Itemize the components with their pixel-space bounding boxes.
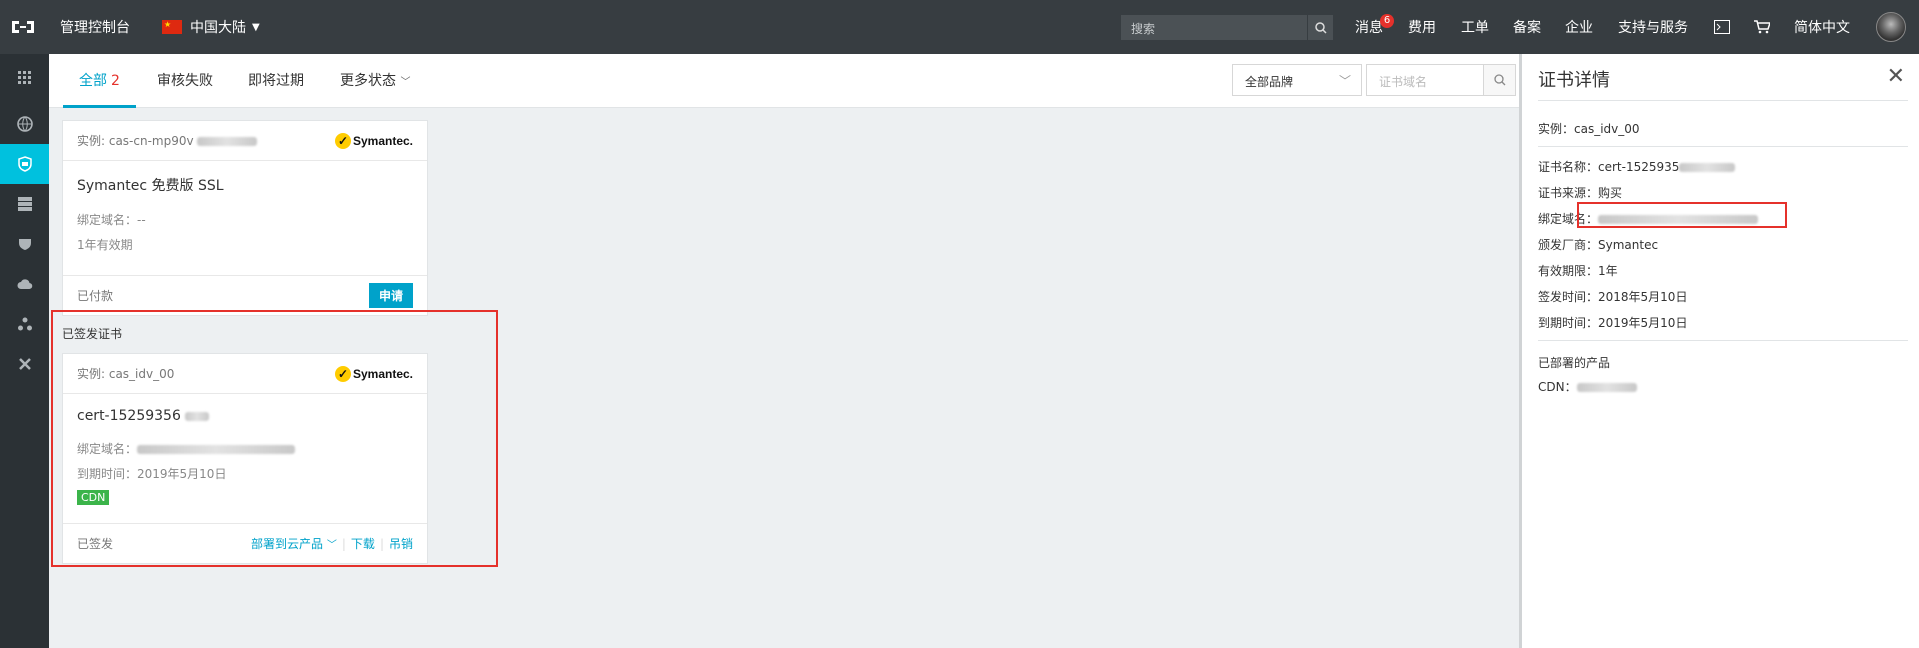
tools-icon[interactable] — [0, 344, 49, 384]
panel-title: 证书详情 — [1538, 70, 1610, 91]
card-instance: 实例: cas-cn-mp90v — [77, 132, 258, 149]
highlight-box-bind-domain — [1577, 202, 1787, 228]
tab-audit-failed[interactable]: 审核失败 — [141, 54, 229, 108]
detail-deployed-label: 已部署的产品 — [1538, 356, 1611, 370]
detail-source: 证书来源：购买 — [1538, 186, 1623, 200]
chevron-down-icon: ﹀ — [1338, 74, 1351, 88]
search-icon[interactable] — [1484, 64, 1516, 96]
console-link[interactable]: 管理控制台 — [60, 0, 130, 54]
divider — [1538, 146, 1908, 147]
detail-name: 证书名称：cert-1525935 — [1538, 158, 1736, 175]
card-body: Symantec 免费版 SSL 绑定域名：-- 1年有效期 — [63, 161, 427, 275]
card-title: Symantec 免费版 SSL — [77, 178, 224, 194]
certificate-card-pending: 实例: cas-cn-mp90v ✓ Symantec. Symantec 免费版… — [62, 120, 428, 316]
brand-select[interactable]: 全部品牌 ﹀ — [1232, 64, 1362, 96]
detail-instance: 实例：cas_idv_00 — [1538, 122, 1640, 136]
apps-grid-icon[interactable] — [0, 58, 49, 98]
detail-cdn: CDN： — [1538, 378, 1637, 395]
china-flag-icon — [162, 20, 182, 34]
database-icon[interactable] — [0, 184, 49, 224]
global-search-input[interactable]: 搜索 — [1121, 15, 1307, 40]
tab-all-count: 2 — [111, 73, 120, 89]
messages-badge: 6 — [1380, 14, 1394, 28]
apply-button[interactable]: 申请 — [368, 283, 413, 308]
shield-certificate-icon[interactable] — [0, 144, 49, 184]
avatar[interactable] — [1876, 12, 1906, 42]
nav-messages-label: 消息 — [1355, 20, 1383, 36]
card-bind-domain: 绑定域名：-- — [77, 213, 146, 227]
card-footer: 已付款 申请 — [63, 275, 427, 315]
card-header: 实例: cas-cn-mp90v ✓ Symantec. — [63, 121, 427, 161]
search-icon[interactable] — [1307, 15, 1333, 40]
tab-expiring[interactable]: 即将过期 — [232, 54, 320, 108]
symantec-logo: ✓ Symantec. — [334, 132, 413, 149]
cloud-icon[interactable] — [0, 264, 49, 304]
top-navigation-bar: 管理控制台 中国大陆 ▼ 搜索 消息 6 费用 工单 备案 企业 支持与服务 简… — [0, 0, 1919, 54]
region-selector[interactable]: 中国大陆 ▼ — [162, 0, 260, 54]
nav-messages[interactable]: 消息 — [1355, 0, 1383, 54]
tab-more-status-label: 更多状态 — [340, 73, 396, 89]
cart-icon[interactable] — [1754, 0, 1770, 54]
divider — [1538, 340, 1908, 341]
card-validity: 1年有效期 — [77, 238, 133, 252]
chevron-down-icon: ﹀ — [400, 77, 411, 88]
security-icon[interactable] — [0, 224, 49, 264]
terminal-icon[interactable] — [1714, 0, 1730, 54]
cert-domain-search-input[interactable]: 证书域名 — [1366, 64, 1484, 96]
detail-validity: 有效期限：1年 — [1538, 264, 1618, 278]
network-icon[interactable] — [0, 304, 49, 344]
nav-billing[interactable]: 费用 — [1408, 0, 1436, 54]
nav-enterprise[interactable]: 企业 — [1565, 0, 1593, 54]
detail-issue-time: 签发时间：2018年5月10日 — [1538, 290, 1688, 304]
divider — [1538, 100, 1908, 101]
certificate-detail-panel: 证书详情 ✕ 实例：cas_idv_00 证书名称：cert-1525935 证… — [1519, 54, 1919, 648]
left-sidebar — [0, 54, 49, 648]
tab-all-label: 全部 — [79, 73, 107, 89]
detail-issuer: 颁发厂商：Symantec — [1538, 238, 1659, 252]
highlight-box-issued-card — [51, 310, 498, 567]
nav-language[interactable]: 简体中文 — [1794, 0, 1850, 54]
tab-more-status[interactable]: 更多状态 ﹀ — [324, 54, 426, 108]
globe-icon[interactable] — [0, 104, 49, 144]
aliyun-logo-icon[interactable] — [10, 0, 50, 54]
symantec-check-icon: ✓ — [334, 132, 351, 149]
nav-support[interactable]: 支持与服务 — [1618, 0, 1688, 54]
close-icon[interactable]: ✕ — [1887, 64, 1905, 89]
tab-all[interactable]: 全部 2 — [63, 54, 136, 108]
region-label: 中国大陆 — [190, 20, 246, 36]
nav-icp[interactable]: 备案 — [1513, 0, 1541, 54]
caret-down-icon: ▼ — [252, 21, 260, 33]
nav-tickets[interactable]: 工单 — [1461, 0, 1489, 54]
card-status: 已付款 — [77, 289, 114, 303]
brand-select-value: 全部品牌 — [1245, 75, 1294, 89]
detail-expire-time: 到期时间：2019年5月10日 — [1538, 316, 1688, 330]
